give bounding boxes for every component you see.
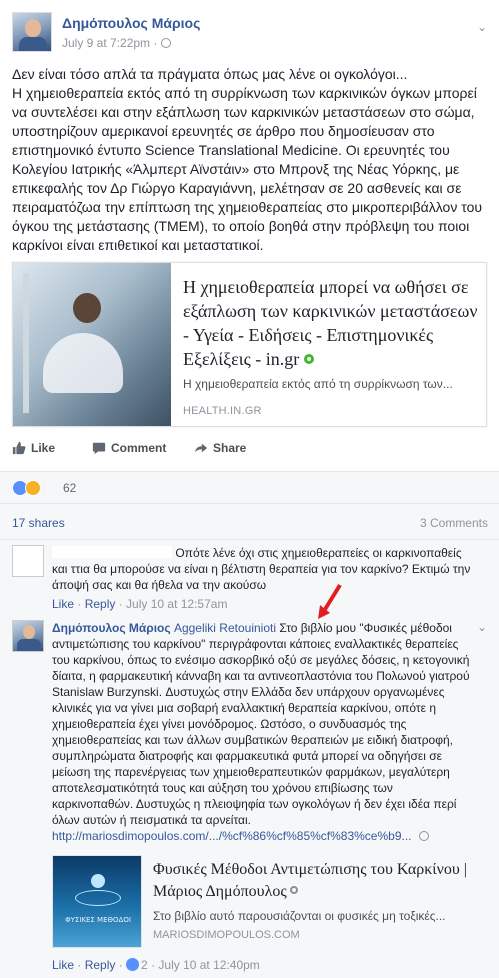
redacted-commenter-name <box>52 546 172 558</box>
link-preview-image <box>13 263 171 426</box>
comment-like-link[interactable]: Like <box>52 597 74 611</box>
comment-icon <box>92 442 106 455</box>
post-text: Δεν είναι τόσο απλά τα πράγματα όπως μας… <box>12 66 483 253</box>
source-badge-icon <box>289 886 298 894</box>
link-preview-domain: HEALTH.IN.GR <box>183 405 262 417</box>
commenter-avatar[interactable] <box>12 620 44 652</box>
globe-icon <box>161 38 172 48</box>
reaction-count[interactable]: 62 <box>63 481 76 495</box>
link-preview-card[interactable]: Η χημειοθεραπεία μπορεί να ωθήσει σε εξά… <box>12 262 487 427</box>
wow-reaction-icon <box>25 480 41 496</box>
mentioned-user[interactable]: Aggeliki Retouinioti <box>174 621 276 635</box>
share-button[interactable]: Share <box>194 441 246 455</box>
comment-timestamp[interactable]: July 10 at 12:40pm <box>158 958 259 972</box>
comment-reply-link[interactable]: Reply <box>85 958 116 972</box>
chevron-down-icon[interactable]: ⌄ <box>477 620 487 634</box>
author-avatar[interactable] <box>12 12 52 52</box>
thumbs-up-icon <box>12 441 26 455</box>
book-cover-image: ΦΥΣΙΚΕΣ ΜΕΘΟΔΟΙ <box>52 855 142 948</box>
post-header: Δημόπουλος Μάριος July 9 at 7:22pm · ⌄ <box>12 12 487 54</box>
comments-count[interactable]: 3 Comments <box>420 516 488 530</box>
commenter-name[interactable]: Δημόπουλος Μάριος <box>52 621 171 635</box>
comment-like-count[interactable]: 2 <box>141 958 148 972</box>
book-preview-description: Στο βιβλίο αυτό παρουσιάζονται οι φυσικέ… <box>153 909 446 923</box>
comment-button[interactable]: Comment <box>92 441 166 455</box>
post-action-bar: Like Comment Share <box>12 441 487 461</box>
like-button[interactable]: Like <box>12 441 55 455</box>
comment-link[interactable]: http://mariosdimopoulos.com/.../%cf%86%c… <box>52 829 412 843</box>
red-arrow-annotation <box>318 583 342 619</box>
link-globe-icon <box>418 831 429 841</box>
link-preview-title[interactable]: Η χημειοθεραπεία μπορεί να ωθήσει σε εξά… <box>183 275 479 371</box>
comment-like-link[interactable]: Like <box>52 958 74 972</box>
source-badge-icon <box>303 354 314 364</box>
book-preview-card[interactable]: ΦΥΣΙΚΕΣ ΜΕΘΟΔΟΙ Φυσικές Μέθοδοι Αντιμετώ… <box>52 855 482 949</box>
reaction-icons[interactable] <box>12 480 41 496</box>
stats-bar: 17 shares 3 Comments <box>0 503 499 539</box>
like-count-icon <box>126 958 140 971</box>
book-preview-domain: MARIOSDIMOPOULOS.COM <box>153 929 300 941</box>
comment-footer: Like · Reply · 2 · July 10 at 12:40pm <box>52 958 260 972</box>
comment-timestamp[interactable]: July 10 at 12:57am <box>126 597 227 611</box>
share-icon <box>194 443 208 453</box>
shares-count[interactable]: 17 shares <box>12 516 65 530</box>
link-preview-description: Η χημειοθεραπεία εκτός από τη συρρίκνωση… <box>183 377 453 391</box>
book-preview-title[interactable]: Φυσικές Μέθοδοι Αντιμετώπισης του Καρκίν… <box>153 859 478 903</box>
comment-footer: Like · Reply · July 10 at 12:57am <box>52 597 228 611</box>
comment-reply-link[interactable]: Reply <box>85 597 116 611</box>
post-timestamp[interactable]: July 9 at 7:22pm · <box>62 36 172 50</box>
commenter-avatar[interactable] <box>12 545 44 577</box>
post-author-name[interactable]: Δημόπουλος Μάριος <box>62 15 200 31</box>
reactions-bar: 62 <box>0 471 499 503</box>
comment-text: Στο βιβλίο μου "Φυσικές μέθοδοι αντιμετώ… <box>52 621 470 827</box>
chevron-down-icon[interactable]: ⌄ <box>477 20 487 34</box>
book-cover-title: ΦΥΣΙΚΕΣ ΜΕΘΟΔΟΙ <box>65 916 131 924</box>
